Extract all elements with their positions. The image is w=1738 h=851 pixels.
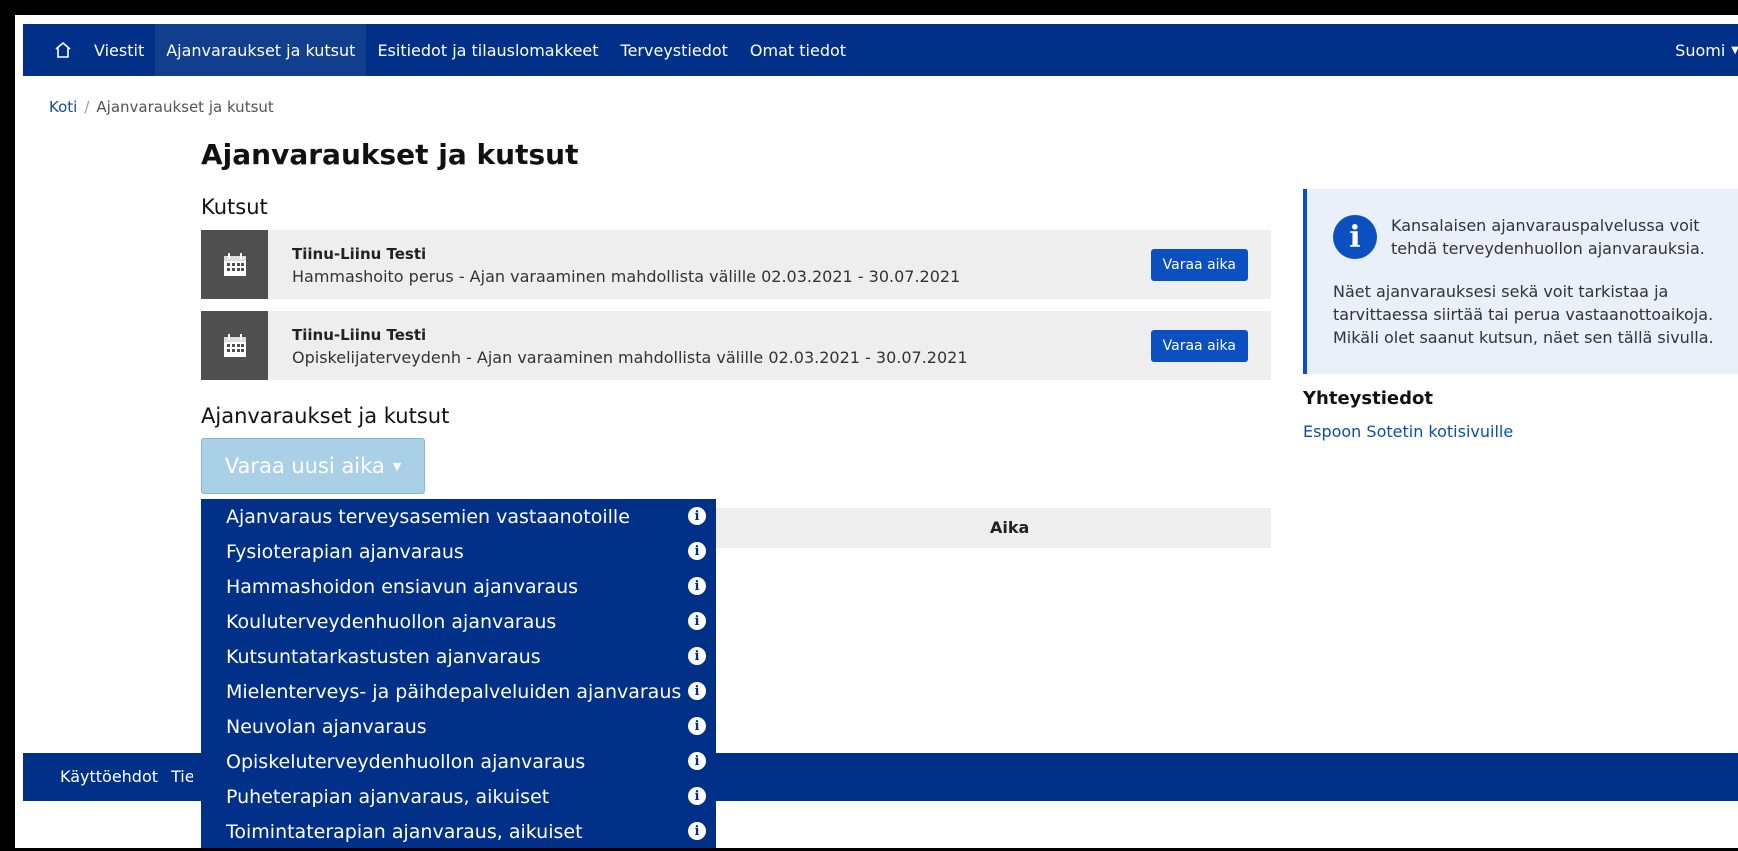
invitation-card: Tiinu-Liinu Testi Hammashoito perus - Aj…: [201, 230, 1271, 299]
nav-messages[interactable]: Viestit: [83, 24, 155, 76]
menu-item[interactable]: Neuvolan ajanvaraus i: [201, 709, 716, 744]
info-icon[interactable]: i: [688, 612, 706, 630]
info-icon[interactable]: i: [688, 542, 706, 560]
invitation-description: Opiskelijaterveydenh - Ajan varaaminen m…: [292, 348, 968, 367]
menu-item-label: Kouluterveydenhuollon ajanvaraus: [226, 610, 557, 633]
info-icon: i: [1333, 215, 1377, 259]
breadcrumb: Koti / Ajanvaraukset ja kutsut: [49, 98, 274, 116]
menu-item[interactable]: Puheterapian ajanvaraus, aikuiset i: [201, 779, 716, 814]
book-appointment-button[interactable]: Varaa aika: [1150, 249, 1248, 281]
nav-my-info[interactable]: Omat tiedot: [739, 24, 857, 76]
info-text-details: Näet ajanvarauksesi sekä voit tarkistaa …: [1333, 282, 1714, 347]
new-appointment-button[interactable]: Varaa uusi aika ▼: [201, 438, 425, 494]
new-appointment-label: Varaa uusi aika: [224, 454, 385, 478]
appointments-heading: Ajanvaraukset ja kutsut: [201, 404, 450, 428]
contact-link[interactable]: Espoon Sotetin kotisivuille: [1303, 422, 1513, 441]
nav-appointments[interactable]: Ajanvaraukset ja kutsut: [155, 24, 367, 76]
nav-forms[interactable]: Esitiedot ja tilauslomakkeet: [366, 24, 609, 76]
browser-frame: Viestit Ajanvaraukset ja kutsut Esitiedo…: [12, 12, 1738, 851]
menu-item-label: Fysioterapian ajanvaraus: [226, 540, 464, 563]
time-column-header: Aika: [990, 518, 1030, 537]
menu-item[interactable]: Ajanvaraus terveysasemien vastaanotoille…: [201, 499, 716, 534]
info-icon[interactable]: i: [688, 752, 706, 770]
info-panel: i Kansalaisen ajanvarauspalvelussa voit …: [1303, 189, 1738, 374]
language-selector[interactable]: Suomi ▼: [1675, 24, 1738, 76]
footer-terms-link[interactable]: Käyttöehdot: [60, 767, 158, 786]
breadcrumb-home[interactable]: Koti: [49, 98, 77, 116]
invitation-description: Hammashoito perus - Ajan varaaminen mahd…: [292, 267, 961, 286]
menu-item-label: Puheterapian ajanvaraus, aikuiset: [226, 785, 550, 808]
menu-item[interactable]: Opiskeluterveydenhuollon ajanvaraus i: [201, 744, 716, 779]
language-label: Suomi: [1675, 40, 1726, 60]
footer-privacy-link[interactable]: Tietosuoja: [171, 767, 193, 786]
info-icon[interactable]: i: [688, 682, 706, 700]
breadcrumb-current: Ajanvaraukset ja kutsut: [96, 98, 274, 116]
info-text-intro: Kansalaisen ajanvarauspalvelussa voit te…: [1391, 216, 1705, 258]
menu-item-label: Kutsuntatarkastusten ajanvaraus: [226, 645, 541, 668]
invitation-card: Tiinu-Liinu Testi Opiskelijaterveydenh -…: [201, 311, 1271, 380]
invitations-heading: Kutsut: [201, 195, 268, 219]
calendar-icon: [201, 230, 268, 299]
info-icon[interactable]: i: [688, 507, 706, 525]
info-icon[interactable]: i: [688, 787, 706, 805]
nav-health-info[interactable]: Terveystiedot: [610, 24, 739, 76]
menu-item-label: Toimintaterapian ajanvaraus, aikuiset: [226, 820, 583, 843]
breadcrumb-separator: /: [84, 98, 90, 116]
invitation-name: Tiinu-Liinu Testi: [292, 245, 427, 263]
info-icon[interactable]: i: [688, 577, 706, 595]
menu-item[interactable]: Fysioterapian ajanvaraus i: [201, 534, 716, 569]
invitation-name: Tiinu-Liinu Testi: [292, 326, 427, 344]
calendar-icon: [201, 311, 268, 380]
page-title: Ajanvaraukset ja kutsut: [201, 138, 579, 171]
menu-item-label: Neuvolan ajanvaraus: [226, 715, 427, 738]
contact-heading: Yhteystiedot: [1303, 388, 1433, 409]
menu-item[interactable]: Hammashoidon ensiavun ajanvaraus i: [201, 569, 716, 604]
top-navigation: Viestit Ajanvaraukset ja kutsut Esitiedo…: [23, 24, 1738, 76]
info-icon[interactable]: i: [688, 822, 706, 840]
menu-item-label: Mielenterveys- ja päihdepalveluiden ajan…: [226, 680, 682, 703]
menu-item[interactable]: Kutsuntatarkastusten ajanvaraus i: [201, 639, 716, 674]
menu-item[interactable]: Kouluterveydenhuollon ajanvaraus i: [201, 604, 716, 639]
appointment-type-menu: Ajanvaraus terveysasemien vastaanotoille…: [201, 499, 716, 848]
menu-item-label: Ajanvaraus terveysasemien vastaanotoille: [226, 505, 630, 528]
menu-item-label: Opiskeluterveydenhuollon ajanvaraus: [226, 750, 586, 773]
menu-item[interactable]: Toimintaterapian ajanvaraus, aikuiset i: [201, 814, 716, 848]
menu-item-label: Hammashoidon ensiavun ajanvaraus: [226, 575, 579, 598]
caret-down-icon: ▼: [1731, 45, 1738, 56]
info-icon[interactable]: i: [688, 647, 706, 665]
home-icon[interactable]: [43, 24, 83, 76]
menu-item[interactable]: Mielenterveys- ja päihdepalveluiden ajan…: [201, 674, 716, 709]
book-appointment-button[interactable]: Varaa aika: [1150, 330, 1248, 362]
page: Viestit Ajanvaraukset ja kutsut Esitiedo…: [23, 24, 1738, 848]
info-icon[interactable]: i: [688, 717, 706, 735]
caret-down-icon: ▼: [392, 459, 402, 473]
